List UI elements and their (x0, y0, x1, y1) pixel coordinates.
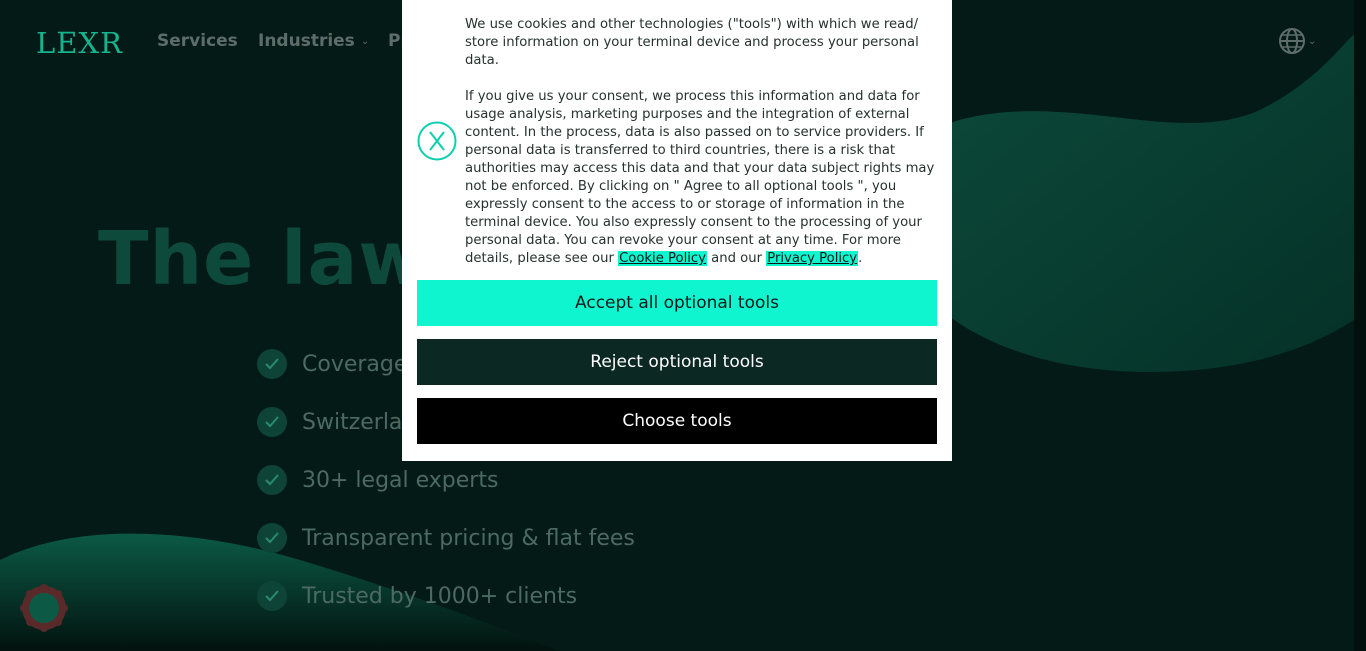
choose-tools-button[interactable]: Choose tools (417, 398, 937, 444)
globe-icon (1279, 28, 1305, 54)
feature-item: 30+ legal experts (257, 465, 635, 495)
cookie-policy-link[interactable]: Cookie Policy (618, 251, 707, 266)
feature-text: 30+ legal experts (302, 467, 499, 493)
check-icon (257, 581, 287, 611)
feature-item: Trusted by 1000+ clients (257, 581, 635, 611)
consent-paragraph-1: We use cookies and other technologies ("… (465, 17, 919, 68)
feature-text: Transparent pricing & flat fees (302, 525, 635, 551)
reject-optional-button[interactable]: Reject optional tools (417, 339, 937, 385)
cookie-settings-badge-icon[interactable] (20, 584, 68, 632)
period-text: . (858, 251, 863, 266)
consent-text: We use cookies and other technologies ("… (465, 16, 939, 286)
nav-industries[interactable]: Industries ⌄ (258, 31, 369, 51)
feature-item: Transparent pricing & flat fees (257, 523, 635, 553)
nav-industries-label: Industries (258, 31, 355, 51)
privacy-policy-link[interactable]: Privacy Policy (766, 251, 859, 266)
nav-services[interactable]: Services (157, 31, 238, 51)
check-icon (257, 465, 287, 495)
check-icon (257, 523, 287, 553)
feature-text: Switzerla (302, 409, 403, 435)
feature-text: Trusted by 1000+ clients (302, 583, 578, 609)
consent-paragraph-2: If you give us your consent, we process … (465, 88, 939, 268)
language-selector[interactable]: ⌄ (1278, 27, 1316, 55)
check-icon (257, 349, 287, 379)
chevron-down-icon: ⌄ (360, 35, 370, 47)
cookie-consent-dialog: We use cookies and other technologies ("… (402, 0, 952, 461)
accept-all-button[interactable]: Accept all optional tools (417, 280, 937, 326)
lexr-x-logo-icon (417, 121, 457, 161)
feature-text: Coverage (302, 351, 408, 377)
nav-services-label: Services (157, 31, 238, 51)
check-icon (257, 407, 287, 437)
lexr-logo[interactable]: LEXR (36, 26, 123, 60)
and-our-text: and our (711, 251, 763, 266)
chevron-down-icon: ⌄ (1308, 35, 1317, 47)
consent-paragraph-2-text: If you give us your consent, we process … (465, 89, 935, 266)
